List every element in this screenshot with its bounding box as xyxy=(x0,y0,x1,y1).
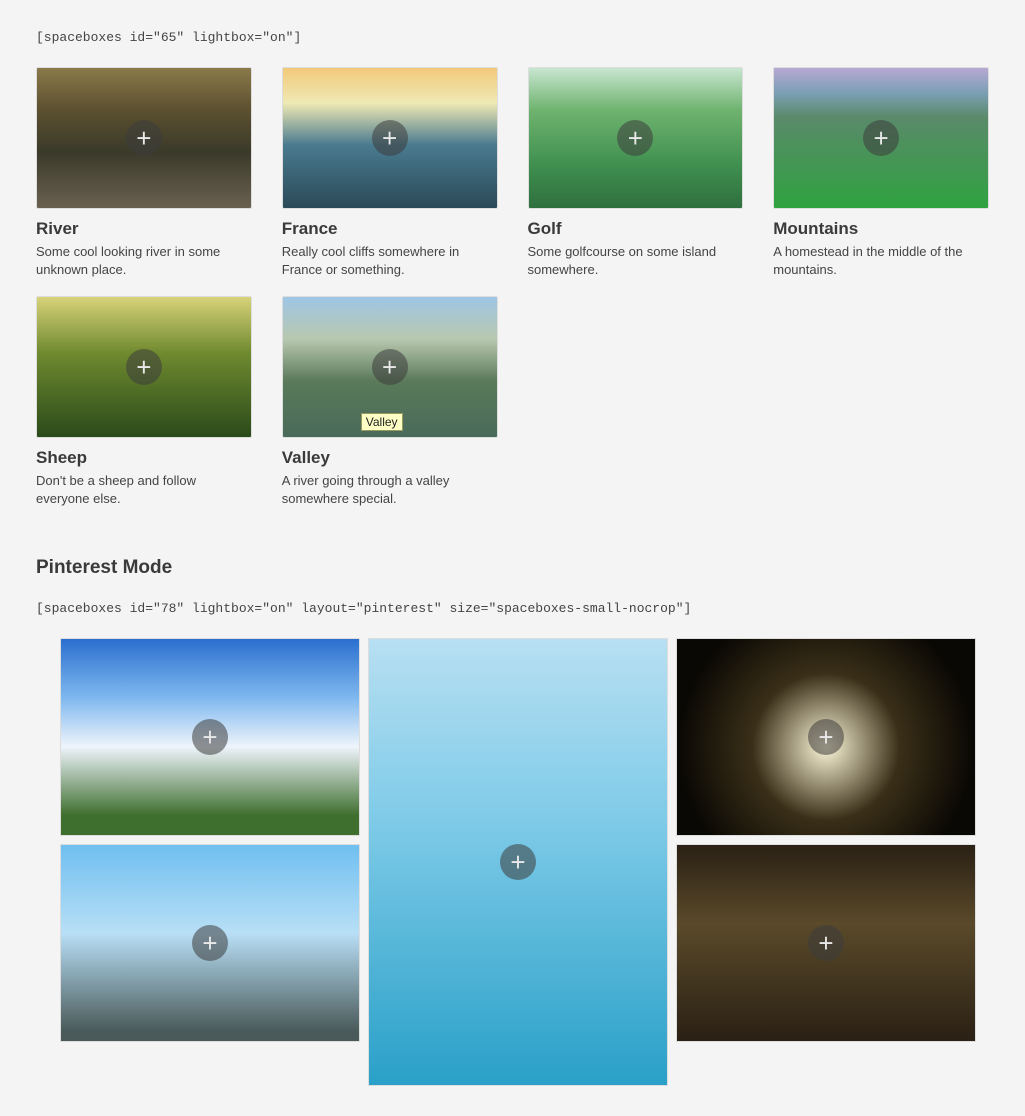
expand-icon: + xyxy=(372,349,408,385)
thumbnail-valley[interactable]: + Valley xyxy=(282,296,498,438)
pinterest-thumb-tunnel[interactable]: + xyxy=(676,638,976,836)
shortcode-text-pinterest: [spaceboxes id="78" lightbox="on" layout… xyxy=(36,601,989,616)
gallery-card-sheep: + Sheep Don't be a sheep and follow ever… xyxy=(36,296,252,507)
expand-icon: + xyxy=(500,844,536,880)
expand-icon: + xyxy=(192,719,228,755)
masonry-column: + xyxy=(368,638,668,1086)
expand-icon: + xyxy=(808,719,844,755)
masonry-column: + + xyxy=(676,638,976,1042)
expand-icon: + xyxy=(808,925,844,961)
thumbnail-mountains[interactable]: + xyxy=(773,67,989,209)
card-title: France xyxy=(282,219,498,239)
card-title: Sheep xyxy=(36,448,252,468)
gallery-card-river: + River Some cool looking river in some … xyxy=(36,67,252,278)
card-description: A homestead in the middle of the mountai… xyxy=(773,243,989,278)
card-title: Valley xyxy=(282,448,498,468)
gallery-card-mountains: + Mountains A homestead in the middle of… xyxy=(773,67,989,278)
card-description: Some golfcourse on some island somewhere… xyxy=(528,243,744,278)
pinterest-gallery: + + + + + xyxy=(36,638,989,1086)
gallery-grid: + River Some cool looking river in some … xyxy=(36,67,989,507)
gallery-card-golf: + Golf Some golfcourse on some island so… xyxy=(528,67,744,278)
gallery-card-valley: + Valley Valley A river going through a … xyxy=(282,296,498,507)
expand-icon: + xyxy=(617,120,653,156)
pinterest-thumb-powerlines[interactable]: + xyxy=(60,638,360,836)
card-title: River xyxy=(36,219,252,239)
thumbnail-france[interactable]: + xyxy=(282,67,498,209)
section-heading-pinterest: Pinterest Mode xyxy=(36,557,989,579)
thumbnail-golf[interactable]: + xyxy=(528,67,744,209)
expand-icon: + xyxy=(126,349,162,385)
expand-icon: + xyxy=(863,120,899,156)
pinterest-thumb-grand-central[interactable]: + xyxy=(676,844,976,1042)
card-description: Don't be a sheep and follow everyone els… xyxy=(36,472,252,507)
card-title: Golf xyxy=(528,219,744,239)
thumbnail-sheep[interactable]: + xyxy=(36,296,252,438)
tooltip: Valley xyxy=(361,413,403,431)
masonry-column: + + xyxy=(60,638,360,1042)
card-description: A river going through a valley somewhere… xyxy=(282,472,498,507)
shortcode-text: [spaceboxes id="65" lightbox="on"] xyxy=(36,30,989,45)
expand-icon: + xyxy=(372,120,408,156)
expand-icon: + xyxy=(192,925,228,961)
pinterest-thumb-cityscape[interactable]: + xyxy=(60,844,360,1042)
gallery-card-france: + France Really cool cliffs somewhere in… xyxy=(282,67,498,278)
pinterest-thumb-couple-beach[interactable]: + xyxy=(368,638,668,1086)
thumbnail-river[interactable]: + xyxy=(36,67,252,209)
card-description: Some cool looking river in some unknown … xyxy=(36,243,252,278)
expand-icon: + xyxy=(126,120,162,156)
card-title: Mountains xyxy=(773,219,989,239)
card-description: Really cool cliffs somewhere in France o… xyxy=(282,243,498,278)
